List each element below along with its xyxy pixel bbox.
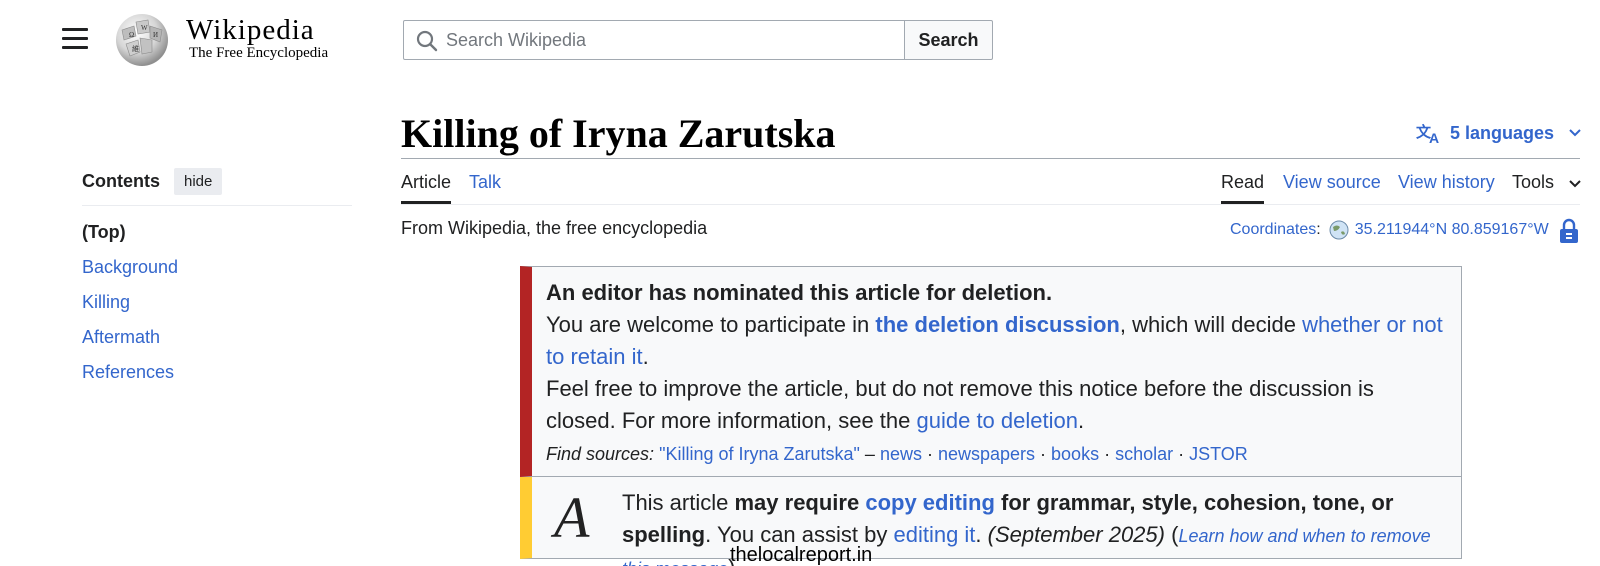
text-span: This article (622, 490, 735, 515)
deletion-discussion-link[interactable]: the deletion discussion (875, 312, 1119, 337)
toc-item-background[interactable]: Background (82, 253, 352, 288)
tab-article[interactable]: Article (401, 172, 452, 204)
toc-item-aftermath[interactable]: Aftermath (82, 323, 352, 358)
site-header: Ω W И 維 Wikipedia The Free Encyclopedia … (0, 0, 1600, 80)
toc-header: Contents hide (82, 166, 352, 206)
text-span: You are welcome to participate in (546, 312, 876, 337)
site-sub: From Wikipedia, the free encyclopedia (401, 218, 708, 238)
lock-icon[interactable] (1558, 218, 1580, 244)
svg-text:A: A (1429, 130, 1439, 144)
coordinates-colon: : (1316, 221, 1321, 238)
toc-title: Contents (82, 171, 160, 191)
text-span: . (1077, 408, 1085, 433)
toc-hide-button[interactable]: hide (174, 168, 223, 195)
text-span: ( (1164, 522, 1179, 547)
copy-edit-icon: A (554, 485, 590, 550)
coordinates-label-link[interactable]: Coordinates (1230, 221, 1316, 239)
main-menu-icon[interactable] (62, 28, 88, 50)
search-button[interactable]: Search (904, 20, 993, 60)
languages-label: 5 languages (1450, 122, 1555, 143)
toc-item-top[interactable]: (Top) (82, 218, 352, 253)
text-span: , which will decide (1119, 312, 1303, 337)
source-scholar-link[interactable]: scholar (1115, 444, 1173, 464)
tabs-divider (401, 204, 1580, 205)
deletion-notice-body: An editor has nominated this article for… (546, 277, 1446, 467)
globe-icon[interactable] (1329, 220, 1349, 240)
toc-item-references[interactable]: References (82, 358, 352, 393)
tab-read[interactable]: Read (1221, 172, 1265, 204)
coordinates: Coordinates: 35.211944°N 80.859167°W (1230, 220, 1549, 240)
guide-to-deletion-link[interactable]: guide to deletion (917, 408, 1078, 433)
toc-item-killing[interactable]: Killing (82, 288, 352, 323)
tools-chevron-down-icon[interactable] (1568, 179, 1582, 189)
tools-menu[interactable]: Tools (1512, 172, 1554, 204)
copy-editing-link[interactable]: copy editing (865, 490, 995, 515)
svg-text:Ω: Ω (129, 31, 134, 39)
chevron-down-icon (1569, 129, 1581, 137)
search-box (403, 20, 905, 60)
notice-date: (September 2025) (987, 522, 1165, 547)
source-newspapers-link[interactable]: newspapers (938, 444, 1035, 464)
find-sources: Find sources: "Killing of Iryna Zarutska… (546, 444, 1248, 464)
find-query-link[interactable]: "Killing of Iryna Zarutska" (659, 444, 860, 464)
table-of-contents: Contents hide (Top) Background Killing A… (82, 166, 352, 393)
text-span: may require (734, 490, 866, 515)
svg-text:И: И (153, 31, 158, 39)
svg-text:維: 維 (132, 44, 139, 53)
deletion-notice-paragraph-2: Feel free to improve the article, but do… (546, 373, 1446, 437)
copy-edit-notice: A This article may require copy editing … (520, 477, 1462, 566)
deletion-notice-paragraph-1: You are welcome to participate in the de… (546, 309, 1446, 373)
wikipedia-wordmark[interactable]: Wikipedia (186, 14, 315, 47)
text-span: . (975, 522, 988, 547)
search-input[interactable] (446, 21, 896, 59)
wikipedia-globe-logo[interactable]: Ω W И 維 (112, 12, 172, 68)
editing-it-link[interactable]: editing it (893, 522, 975, 547)
source-news-link[interactable]: news (880, 444, 922, 464)
search-icon (416, 30, 438, 52)
translate-icon: 文 A (1416, 123, 1439, 144)
wikipedia-tagline: The Free Encyclopedia (189, 45, 329, 61)
text-span: . (642, 344, 649, 369)
page-title: Killing of Iryna Zarutska (401, 111, 836, 156)
toc-list: (Top) Background Killing Aftermath Refer… (82, 218, 352, 393)
svg-text:W: W (141, 24, 148, 32)
text-span: – (859, 444, 880, 464)
find-sources-label: Find sources: (546, 444, 655, 464)
source-books-link[interactable]: books (1051, 444, 1099, 464)
languages-button[interactable]: 文 A 5 languages (1416, 122, 1590, 144)
watermark-text: thelocalreport.in (730, 544, 873, 566)
source-jstor-link[interactable]: JSTOR (1189, 444, 1248, 464)
tab-talk[interactable]: Talk (469, 172, 501, 204)
title-divider (401, 158, 1580, 159)
deletion-notice-heading: An editor has nominated this article for… (546, 280, 1053, 305)
tab-view-source[interactable]: View source (1283, 172, 1381, 204)
coordinates-value[interactable]: 35.211944°N 80.859167°W (1355, 221, 1549, 239)
deletion-notice: An editor has nominated this article for… (520, 266, 1462, 477)
tab-view-history[interactable]: View history (1398, 172, 1495, 204)
